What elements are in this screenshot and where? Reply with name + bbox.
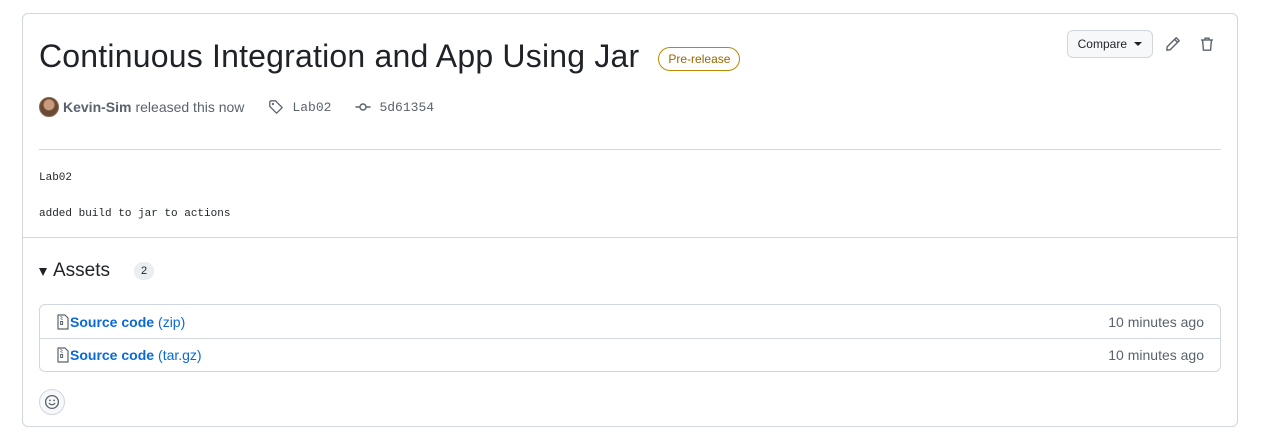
asset-name: Source code (70, 347, 155, 363)
assets-title: Assets (53, 260, 111, 281)
list-item: Source code (tar.gz) 10 minutes ago (40, 338, 1220, 371)
file-zip-icon (57, 313, 69, 330)
pre-release-badge: Pre-release (658, 46, 741, 71)
commit-label: 5d61354 (379, 99, 435, 115)
release-note-line: Lab02 (39, 172, 73, 184)
add-reaction-button[interactable] (39, 389, 65, 415)
assets-toggle[interactable]: Assets 2 (39, 238, 1221, 304)
header-divider (39, 149, 1221, 150)
assets-count: 2 (134, 262, 155, 280)
compare-button[interactable]: Compare (1066, 30, 1153, 58)
asset-time: 10 minutes ago (1108, 313, 1204, 330)
release-notes: Lab02 added build to jar to actions (39, 169, 230, 223)
asset-ext: (tar.gz) (158, 347, 202, 363)
asset-link[interactable]: Source code (zip) (56, 314, 185, 330)
caret-down-icon (1134, 42, 1142, 46)
asset-time: 10 minutes ago (1108, 347, 1204, 363)
avatar[interactable] (39, 97, 59, 117)
release-card: Continuous Integration and App Using Jar… (22, 13, 1238, 427)
release-actions: Compare (1066, 30, 1221, 58)
released-text: released this now (135, 99, 245, 115)
trash-icon (1201, 37, 1213, 51)
release-meta: Kevin-Sim released this now Lab02 5d6135… (39, 97, 434, 117)
commit-link[interactable]: 5d61354 (355, 99, 434, 115)
tag-link[interactable]: Lab02 (268, 99, 331, 115)
asset-list: Source code (zip) 10 minutes ago Source … (39, 304, 1221, 372)
release-header: Continuous Integration and App Using Jar… (23, 14, 1237, 237)
list-item: Source code (zip) 10 minutes ago (40, 305, 1220, 338)
smiley-icon (44, 394, 60, 410)
edit-button[interactable] (1159, 30, 1187, 58)
release-note-line: added build to jar to actions (39, 208, 231, 220)
pencil-icon (1166, 37, 1180, 51)
author-link[interactable]: Kevin-Sim (63, 99, 131, 115)
asset-ext: (zip) (158, 313, 186, 330)
title-row: Continuous Integration and App Using Jar… (39, 38, 741, 75)
delete-button[interactable] (1193, 30, 1221, 58)
commit-icon (355, 103, 371, 111)
file-zip-icon (57, 347, 69, 363)
assets-section: Assets 2 Source code (zip) 10 minutes ag… (23, 238, 1237, 415)
triangle-down-icon (39, 268, 47, 276)
compare-label: Compare (1077, 37, 1127, 51)
release-title[interactable]: Continuous Integration and App Using Jar (39, 38, 639, 75)
tag-icon (269, 100, 284, 114)
asset-name: Source code (70, 313, 155, 330)
asset-link[interactable]: Source code (tar.gz) (56, 347, 202, 363)
tag-label: Lab02 (292, 99, 332, 115)
